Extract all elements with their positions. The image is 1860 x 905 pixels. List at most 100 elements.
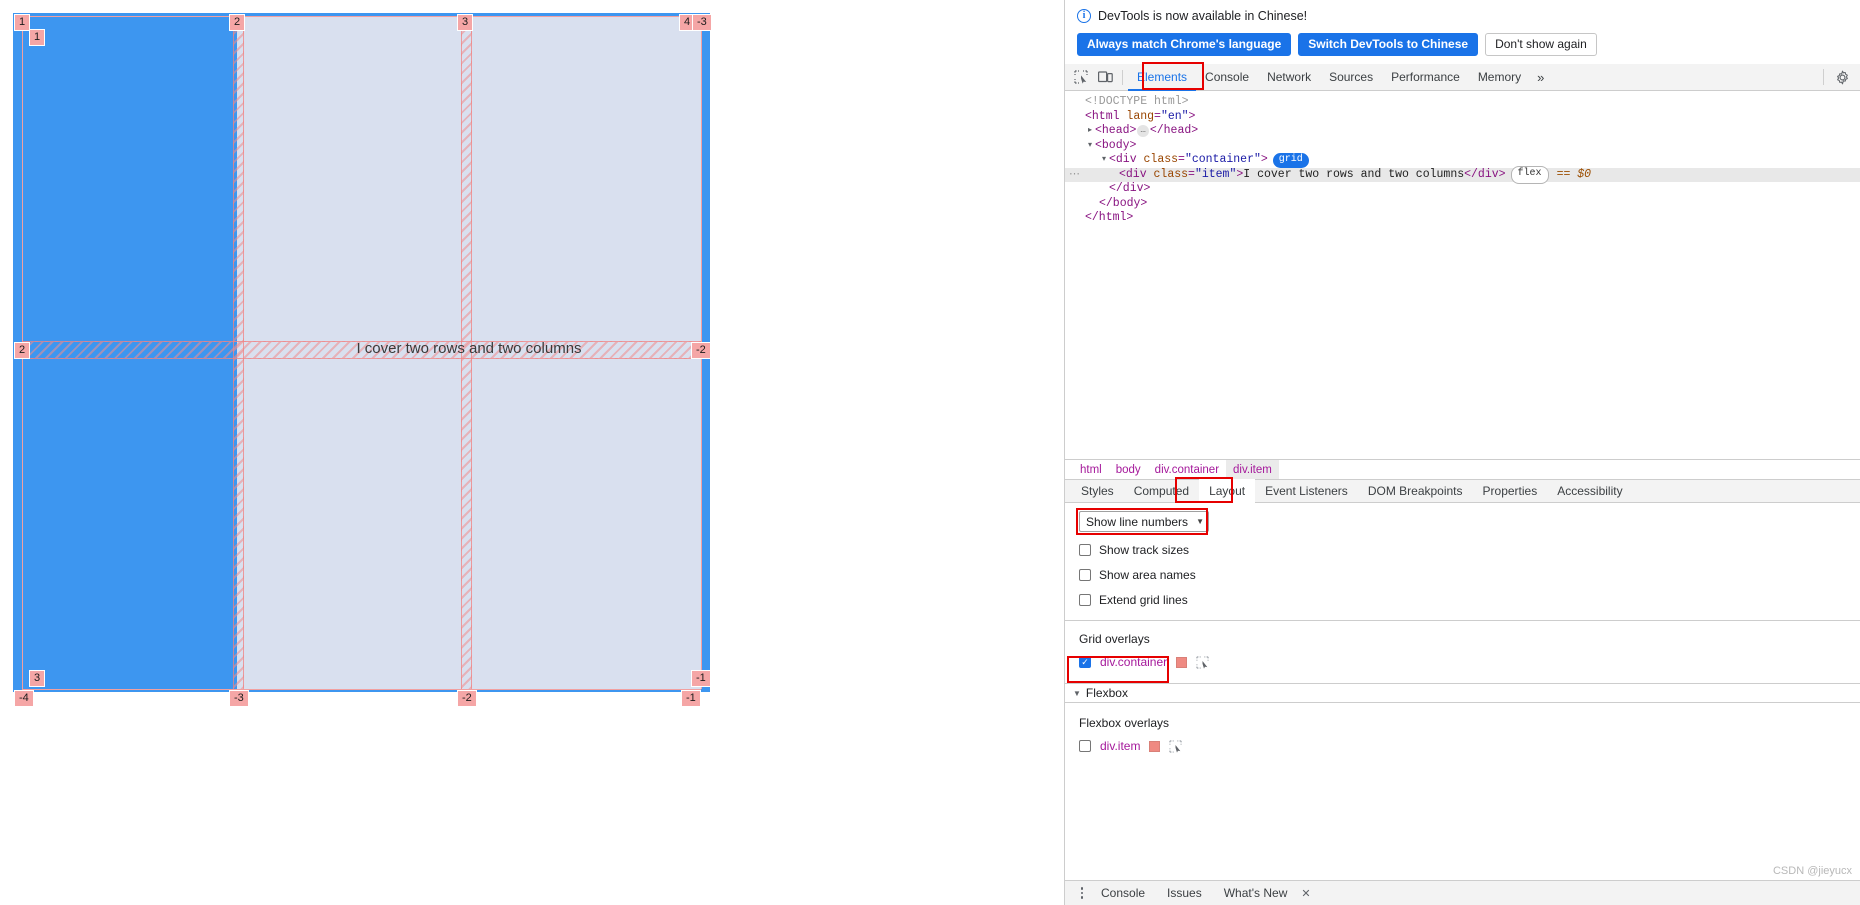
grid-badge[interactable]: grid [1272,152,1309,168]
dom-row-html-close[interactable]: </html> [1065,211,1860,226]
dom-row-doctype[interactable]: <!DOCTYPE html> [1065,95,1860,110]
dont-show-again-button[interactable]: Don't show again [1485,33,1597,56]
collapsed-content-icon[interactable]: … [1137,125,1149,138]
grid-line-number-badge: -3 [692,14,712,31]
grid-overlay-color-swatch[interactable] [1176,656,1188,668]
grid-overlay-select-element-icon[interactable] [1196,655,1209,669]
devtools-panel: i DevTools is now available in Chinese! … [1064,0,1860,905]
tab-sources[interactable]: Sources [1320,64,1382,91]
always-match-chrome-language-button[interactable]: Always match Chrome's language [1077,33,1292,56]
show-track-sizes-row[interactable]: Show track sizes [1079,543,1860,557]
layout-panel: Show line numbers ▼ Show track sizes Sho… [1065,503,1860,753]
grid-line-horizontal-3 [22,689,701,690]
subtab-properties[interactable]: Properties [1473,479,1548,503]
container-attr-value: "container" [1184,153,1261,166]
layout-section-divider [1065,620,1860,621]
flexbox-overlay-color-swatch[interactable] [1149,740,1161,752]
flex-badge[interactable]: flex [1510,166,1549,184]
tab-elements[interactable]: Elements [1128,64,1196,91]
dom-row-container-close[interactable]: </div> [1065,182,1860,197]
dom-row-container[interactable]: ▾ < div class = "container" > grid [1065,152,1860,168]
dom-row-body-close[interactable]: </body> [1065,197,1860,212]
item-tag-name: div [1125,167,1147,181]
tab-memory[interactable]: Memory [1469,64,1530,91]
expand-triangle-body-icon[interactable]: ▾ [1085,139,1095,154]
show-area-names-checkbox[interactable] [1079,569,1091,581]
extend-grid-lines-label: Extend grid lines [1099,593,1188,607]
devtools-language-infobar: i DevTools is now available in Chinese! … [1065,0,1860,64]
grid-line-number-badge: -1 [691,670,711,687]
html-tag-name: html [1091,109,1120,123]
grid-line-number-badge: -3 [229,690,249,707]
inspect-cursor-icon[interactable] [1069,66,1093,88]
dom-row-body[interactable]: ▾ < body > [1065,139,1860,154]
expand-triangle-head-icon[interactable]: ▸ [1085,124,1095,139]
line-numbers-select[interactable]: Show line numbers ▼ [1079,511,1209,532]
grid-line-number-badge: -2 [691,342,711,359]
drawer-tab-issues[interactable]: Issues [1157,881,1212,905]
grid-line-number-badge: -1 [681,690,701,707]
line-numbers-select-value: Show line numbers [1086,514,1189,529]
grid-overlays-title: Grid overlays [1079,632,1150,646]
grid-line-number-badge: -4 [14,690,34,707]
close-icon[interactable]: ✕ [1301,887,1310,900]
subtab-event-listeners[interactable]: Event Listeners [1255,479,1358,503]
grid-line-number-badge: 1 [29,29,46,46]
grid-line-number-badge: 3 [457,14,474,31]
grid-line-number-badge: 2 [229,14,246,31]
devtools-sidebar-tabbar: Styles Computed Layout Event Listeners D… [1065,477,1860,503]
tab-performance[interactable]: Performance [1382,64,1469,91]
subtab-computed[interactable]: Computed [1124,479,1199,503]
subtab-styles[interactable]: Styles [1071,479,1124,503]
expand-triangle-container-icon[interactable]: ▾ [1099,153,1109,168]
breadcrumb-item-div-container[interactable]: div.container [1148,460,1226,480]
flexbox-overlay-checkbox-div-item[interactable] [1079,740,1091,752]
more-tabs-chevron-icon[interactable]: » [1530,64,1550,91]
tabbar-right-separator [1823,69,1824,85]
extend-grid-lines-row[interactable]: Extend grid lines [1079,593,1860,607]
dom-tree[interactable]: <!DOCTYPE html> < html lang = "en" > ▸ < head >… [1065,91,1860,459]
device-toolbar-icon[interactable] [1093,66,1117,88]
html-attr-value: "en" [1160,109,1189,123]
tabbar-separator [1122,69,1123,85]
dom-row-item-selected[interactable]: ⋯ < div class = "item" > I cover two rows and … [1065,166,1860,184]
chevron-down-icon: ▼ [1196,517,1204,526]
item-attr-value: "item" [1194,167,1237,181]
breadcrumb: html body div.container div.item [1065,459,1860,480]
show-track-sizes-checkbox[interactable] [1079,544,1091,556]
head-tag-name: head [1101,124,1130,137]
breadcrumb-item-body[interactable]: body [1109,460,1148,480]
flexbox-section-title: Flexbox [1085,686,1128,700]
more-options-icon[interactable] [1075,887,1089,899]
dom-row-head[interactable]: ▸ < head >… </head > [1065,124,1860,139]
tab-network[interactable]: Network [1258,64,1320,91]
extend-grid-lines-checkbox[interactable] [1079,594,1091,606]
grid-line-number-badge: -2 [457,690,477,707]
breadcrumb-item-html[interactable]: html [1073,460,1109,480]
tab-console[interactable]: Console [1196,64,1258,91]
html-close-tag: </html> [1085,211,1134,224]
body-close-tag: </body> [1099,196,1148,210]
doctype-text: <!DOCTYPE html> [1085,95,1189,108]
flexbox-overlay-select-element-icon[interactable] [1169,739,1183,753]
breadcrumb-item-div-item[interactable]: div.item [1226,459,1279,480]
dom-row-html[interactable]: < html lang = "en" > [1065,110,1860,125]
grid-overlay-row-div-container[interactable]: ✓ div.container [1079,655,1239,669]
container-attr-name: class [1143,153,1179,166]
grid-overlay-checkbox-div-container[interactable]: ✓ [1079,656,1091,668]
show-area-names-row[interactable]: Show area names [1079,568,1860,582]
subtab-accessibility[interactable]: Accessibility [1547,479,1632,503]
item-text-node: I cover two rows and two columns [1243,167,1465,181]
drawer-tab-whats-new[interactable]: What's New [1214,881,1298,905]
grid-overlay-label-div-container: div.container [1100,655,1168,669]
subtab-layout[interactable]: Layout [1199,479,1256,503]
switch-devtools-to-chinese-button[interactable]: Switch DevTools to Chinese [1298,33,1479,56]
infobar-message: DevTools is now available in Chinese! [1098,9,1308,23]
gear-icon[interactable] [1830,66,1854,88]
flexbox-overlay-row-div-item[interactable]: div.item [1079,739,1860,753]
subtab-dom-breakpoints[interactable]: DOM Breakpoints [1358,479,1473,503]
flexbox-section-header[interactable]: ▼ Flexbox [1065,683,1860,703]
drawer-tab-console[interactable]: Console [1091,881,1155,905]
flexbox-overlay-label-div-item: div.item [1100,739,1141,753]
page-viewport: I cover two rows and two columns 1 1 2 3 4 -3… [0,0,1064,905]
